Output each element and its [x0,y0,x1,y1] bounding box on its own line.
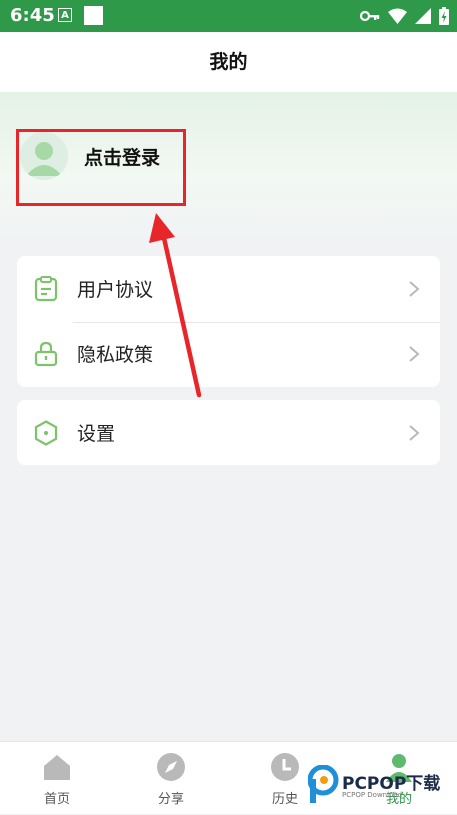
app-header: 我的 [0,32,457,92]
menu-item-label: 用户协议 [77,279,154,301]
menu-card-2: 设置 [17,400,440,465]
menu-item-user-agreement[interactable]: 用户协议 [17,256,440,321]
battery-icon [439,7,449,25]
menu-item-label: 设置 [77,423,116,445]
status-time: 6:45 [10,5,55,26]
menu-item-label: 隐私政策 [77,344,154,366]
tab-share[interactable]: 分享 [114,742,228,815]
chevron-right-icon [409,346,420,362]
watermark-subtext: PCPOP Download [342,791,403,799]
status-bar: 6:45 A [0,0,457,32]
watermark: PCPOP下载 PCPOP Download [308,763,457,814]
wifi-icon [388,8,407,24]
home-icon [44,755,70,780]
signal-icon [415,8,431,24]
tab-label: 分享 [157,792,184,807]
clock-icon [271,753,299,781]
menu-item-settings[interactable]: 设置 [17,400,440,465]
lock-icon [34,341,58,367]
compass-icon [157,753,185,781]
pcpop-logo-icon [308,765,339,803]
tab-label: 首页 [43,792,70,807]
clipboard-icon [34,276,58,302]
key-icon [360,10,380,22]
notification-a-icon: A [58,8,72,22]
highlight-box [16,129,186,206]
menu-card-1: 用户协议 隐私政策 [17,256,440,387]
hexagon-icon [34,420,58,446]
chevron-right-icon [409,425,420,441]
tab-home[interactable]: 首页 [0,742,114,815]
status-icons [360,6,449,26]
notification-square-icon [84,6,103,25]
profile-section: 点击登录 [0,92,457,246]
menu-item-privacy-policy[interactable]: 隐私政策 [17,321,440,386]
page-title: 我的 [209,51,248,73]
chevron-right-icon [409,281,420,297]
